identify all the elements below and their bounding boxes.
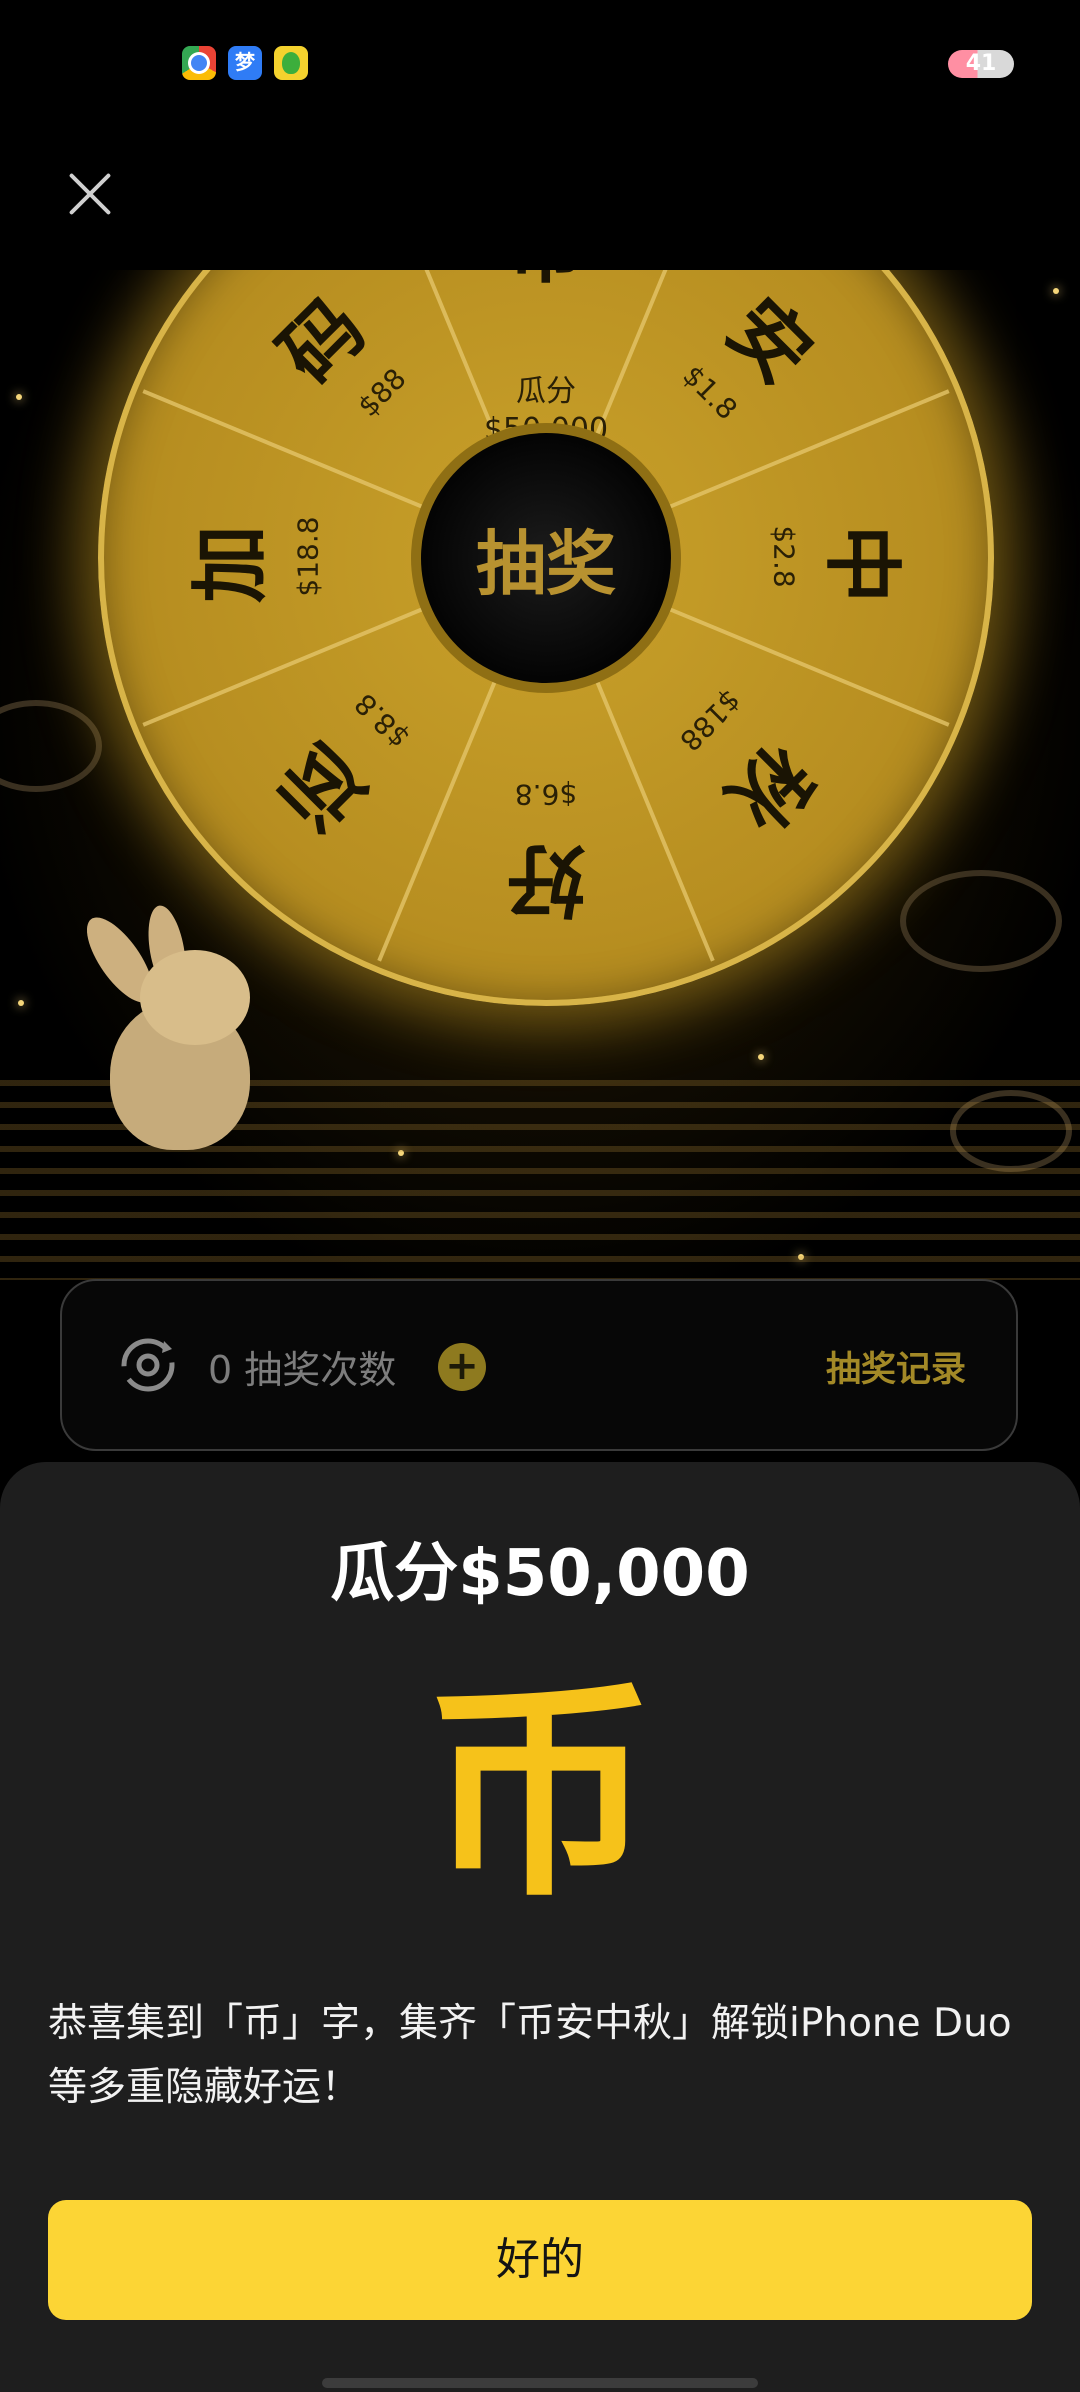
dialog-title: 瓜分$50,000: [330, 1537, 750, 1611]
wheel-segment-amount: $6.8: [514, 778, 578, 811]
prize-wheel[interactable]: 币 瓜分 $50,000 安 $1.8 中 $2.8 秋 $188 好 $6.8…: [98, 270, 994, 1006]
wheel-segment-char: 好: [507, 834, 586, 924]
draw-count-bar: 0 抽奖次数 + 抽奖记录: [60, 1279, 1018, 1451]
home-indicator[interactable]: [322, 2378, 758, 2388]
blue-app-icon: 梦: [228, 46, 262, 80]
dialog-message: 恭喜集到「币」字，集齐「币安中秋」解锁iPhone Duo等多重隐藏好运！: [48, 2001, 1012, 2110]
battery-indicator: 41: [948, 50, 1014, 78]
add-draws-button[interactable]: +: [438, 1343, 486, 1391]
status-bar: 梦 41: [0, 0, 1080, 130]
cloud-decoration: [0, 700, 102, 792]
wheel-segment-amount: $2.8: [767, 525, 801, 588]
star-decoration: [18, 1000, 24, 1006]
collected-char: 币: [424, 1661, 655, 1928]
wheel-segment-char: 币: [486, 270, 606, 298]
refresh-cycle-icon: [121, 1338, 175, 1392]
ok-button[interactable]: 好的: [48, 2200, 1032, 2320]
draw-history-link[interactable]: 抽奖记录: [826, 1341, 966, 1392]
draw-button[interactable]: 抽奖: [411, 423, 681, 693]
green-app-icon: [274, 46, 308, 80]
star-decoration: [758, 1054, 764, 1060]
lottery-scene: 币 瓜分 $50,000 安 $1.8 中 $2.8 秋 $188 好 $6.8…: [0, 270, 1080, 1280]
rabbit-illustration: [74, 902, 270, 1150]
result-dialog: 瓜分$50,000 币 恭喜集到「币」字，集齐「币安中秋」解锁iPhone Du…: [0, 1462, 1080, 2392]
chrome-icon: [182, 46, 216, 80]
star-decoration: [16, 394, 22, 400]
draw-count-text: 0 抽奖次数: [208, 1348, 397, 1392]
star-decoration: [1053, 288, 1059, 294]
wheel-segment-amount: $18.8: [291, 516, 325, 597]
close-icon[interactable]: [62, 166, 118, 222]
draw-button-label: 抽奖: [476, 522, 616, 605]
wheel-segment-char: 中: [816, 524, 906, 603]
wheel-segment-char: 加: [186, 525, 276, 604]
